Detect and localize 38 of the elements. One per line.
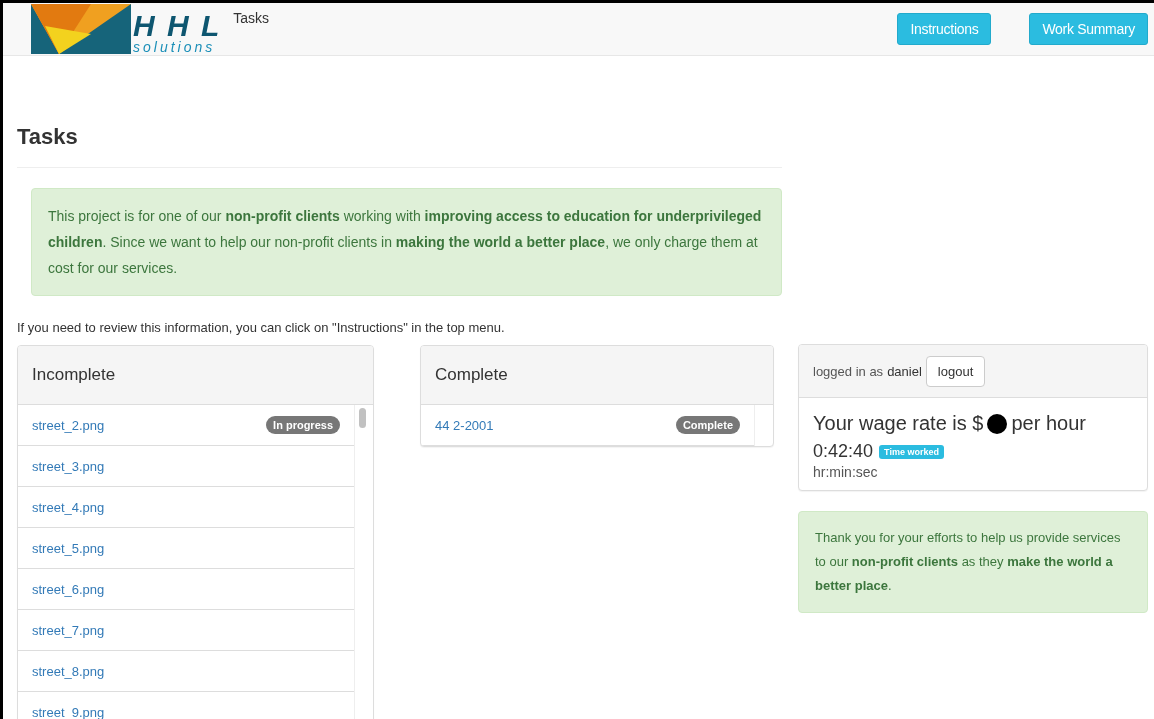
file-link[interactable]: street_4.png (32, 499, 105, 515)
file-link[interactable]: 44 2-2001 (435, 417, 494, 433)
list-item[interactable]: street_9.png (18, 692, 354, 719)
file-link[interactable]: street_6.png (32, 581, 105, 597)
list-item[interactable]: street_2.png In progress (18, 405, 354, 446)
list-item[interactable]: street_4.png (18, 487, 354, 528)
wage-unit: per hour (1011, 412, 1086, 435)
time-badge: Time worked (879, 444, 944, 459)
notice-text: This project is for one of our non-profit clients working with improving access to education for underprivileged children. Since we want to help our non-profit clients in making the world a better place, we only charge them at cost for our services. (48, 207, 763, 278)
file-link[interactable]: street_3.png (32, 458, 105, 474)
list-item[interactable]: street_6.png (18, 569, 354, 610)
thanks-text: Thank you for your efforts to help us provide services to our non-profit clients as they make the world a better place. (815, 529, 1122, 595)
logout-button[interactable]: logout (925, 355, 986, 387)
logo-title: H H L (133, 12, 222, 40)
panel-title: Incomplete (32, 365, 116, 385)
logo-subtitle: solutions (133, 40, 217, 54)
time-worked: 0:42:40 (813, 441, 874, 462)
login-label: logged in as (813, 363, 884, 379)
time-format: hr:min:sec (813, 464, 879, 480)
list-item[interactable]: 44 2-2001 Complete (421, 405, 754, 446)
file-link[interactable]: street_2.png (32, 417, 105, 433)
page-title: Tasks (17, 124, 782, 168)
file-link[interactable]: street_9.png (32, 704, 105, 719)
list-item[interactable]: street_8.png (18, 651, 354, 692)
list-item[interactable]: street_5.png (18, 528, 354, 569)
hint-text: If you need to review this information, you can click on "Instructions" in the top menu. (17, 320, 506, 335)
file-link[interactable]: street_8.png (32, 663, 105, 679)
panel-title: Complete (435, 365, 508, 385)
file-link[interactable]: street_5.png (32, 540, 105, 556)
status-badge: Complete (675, 416, 740, 434)
list-item[interactable]: street_3.png (18, 446, 354, 487)
username: daniel (887, 363, 922, 379)
wage-text: Your wage rate is $ (813, 412, 984, 435)
file-link[interactable]: street_7.png (32, 622, 105, 638)
list-item[interactable]: street_7.png (18, 610, 354, 651)
logo-icon (31, 4, 131, 54)
status-badge: In progress (266, 416, 340, 434)
brand-link[interactable]: Tasks (233, 10, 270, 26)
